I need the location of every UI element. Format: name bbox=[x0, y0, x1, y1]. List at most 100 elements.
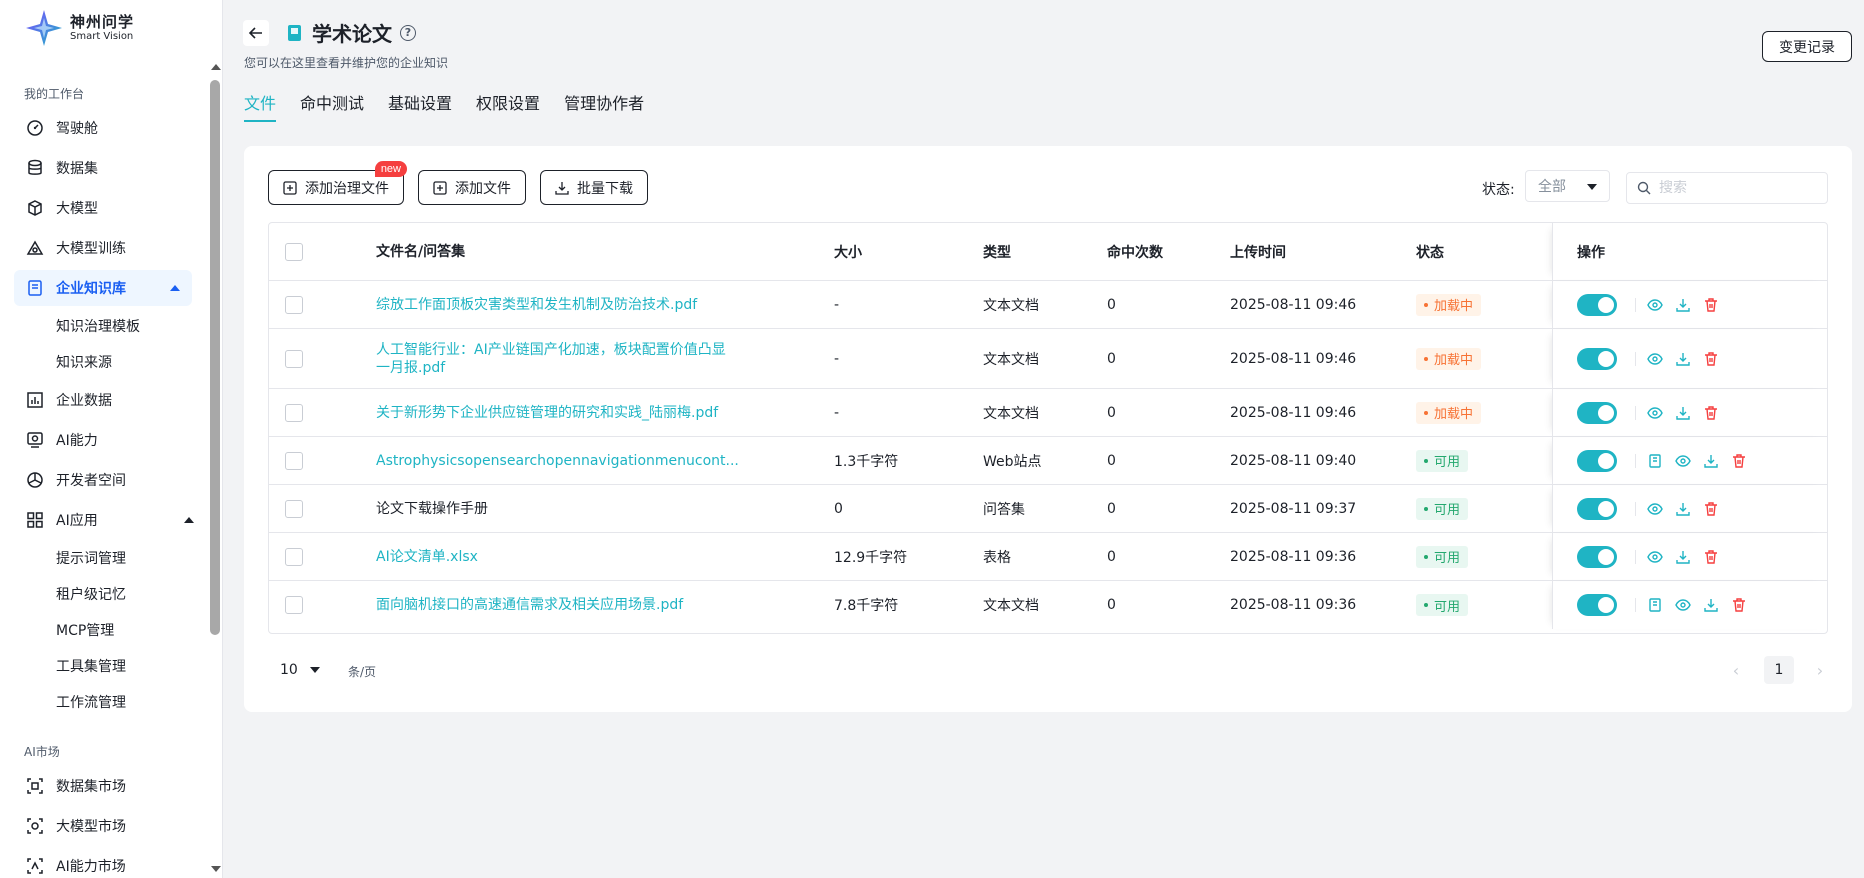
scroll-thumb[interactable] bbox=[210, 80, 220, 635]
search-input[interactable] bbox=[1659, 180, 1819, 196]
files-card: 添加治理文件 new 添加文件 批量下载 状态: 全部 文件名/问答集 大小 类… bbox=[244, 146, 1852, 712]
sidebar-subitem-toolset-management[interactable]: 工具集管理 bbox=[0, 648, 206, 684]
sidebar-item-developer-space[interactable]: 开发者空间 bbox=[0, 460, 206, 500]
download-icon[interactable] bbox=[1674, 500, 1692, 518]
sidebar-item-model-market[interactable]: 大模型市场 bbox=[0, 806, 206, 846]
view-source-icon[interactable] bbox=[1646, 596, 1664, 614]
tab-basic-settings[interactable]: 基础设置 bbox=[388, 92, 452, 122]
sidebar-subitem-workflow-management[interactable]: 工作流管理 bbox=[0, 684, 206, 720]
eye-icon[interactable] bbox=[1674, 452, 1692, 470]
trash-icon[interactable] bbox=[1702, 500, 1720, 518]
sidebar-item-knowledge-base[interactable]: 企业知识库 bbox=[14, 270, 192, 306]
enable-toggle[interactable] bbox=[1577, 347, 1617, 370]
row-checkbox[interactable] bbox=[285, 547, 303, 566]
add-file-button[interactable]: 添加文件 bbox=[418, 170, 526, 205]
download-icon[interactable] bbox=[1674, 296, 1692, 314]
row-checkbox[interactable] bbox=[285, 596, 303, 614]
view-source-icon[interactable] bbox=[1646, 452, 1664, 470]
sidebar-item-model[interactable]: 大模型 bbox=[0, 188, 206, 228]
page-number-current[interactable]: 1 bbox=[1764, 656, 1794, 684]
tab-permissions[interactable]: 权限设置 bbox=[476, 92, 540, 122]
search-box[interactable] bbox=[1626, 172, 1828, 204]
help-icon[interactable]: ? bbox=[400, 24, 416, 41]
file-name-link[interactable]: 人工智能行业：AI产业链国产化加速，板块配置价值凸显一月报.pdf bbox=[376, 341, 736, 377]
back-button[interactable] bbox=[243, 20, 269, 46]
download-icon[interactable] bbox=[1702, 452, 1720, 470]
sidebar-item-model-training[interactable]: 大模型训练 bbox=[0, 228, 206, 268]
file-size: 12.9千字符 bbox=[834, 549, 908, 566]
sidebar-item-ai-capability[interactable]: AI能力 bbox=[0, 420, 206, 460]
apps-grid-icon bbox=[26, 511, 44, 529]
change-log-button[interactable]: 变更记录 bbox=[1762, 31, 1852, 62]
sidebar-scrollbar[interactable] bbox=[209, 60, 221, 878]
tab-collaborators[interactable]: 管理协作者 bbox=[564, 92, 644, 122]
enable-toggle[interactable] bbox=[1577, 293, 1617, 316]
eye-icon[interactable] bbox=[1646, 296, 1664, 314]
enable-toggle[interactable] bbox=[1577, 594, 1617, 616]
trash-icon[interactable] bbox=[1702, 296, 1720, 314]
file-name-link[interactable]: AI论文清单.xlsx bbox=[376, 548, 736, 566]
batch-download-button[interactable]: 批量下载 bbox=[540, 170, 648, 205]
enable-toggle[interactable] bbox=[1577, 449, 1617, 472]
eye-icon[interactable] bbox=[1674, 596, 1692, 614]
file-name-link[interactable]: 关于新形势下企业供应链管理的研究和实践_陆丽梅.pdf bbox=[376, 404, 736, 422]
tab-files[interactable]: 文件 bbox=[244, 92, 277, 122]
sidebar-item-dataset-market[interactable]: 数据集市场 bbox=[0, 766, 206, 806]
download-icon[interactable] bbox=[1674, 548, 1692, 566]
sidebar-item-ai-market[interactable]: AI能力市场 bbox=[0, 846, 206, 878]
scroll-up-icon[interactable] bbox=[211, 64, 221, 70]
file-name-link[interactable]: 面向脑机接口的高速通信需求及相关应用场景.pdf bbox=[376, 596, 736, 614]
chevron-right-icon[interactable]: › bbox=[1810, 660, 1830, 680]
row-checkbox[interactable] bbox=[285, 295, 303, 314]
file-name-link[interactable]: 论文下载操作手册 bbox=[376, 500, 736, 518]
chevron-left-icon[interactable]: ‹ bbox=[1726, 660, 1746, 680]
eye-icon[interactable] bbox=[1646, 404, 1664, 422]
dataset-market-icon bbox=[26, 777, 44, 795]
add-governed-file-button[interactable]: 添加治理文件 new bbox=[268, 161, 407, 205]
sidebar-subitem-tenant-memory[interactable]: 租户级记忆 bbox=[0, 576, 206, 612]
trash-icon[interactable] bbox=[1730, 452, 1748, 470]
ops-divider bbox=[1635, 598, 1636, 612]
row-checkbox[interactable] bbox=[285, 349, 303, 368]
trash-icon[interactable] bbox=[1702, 350, 1720, 368]
row-checkbox[interactable] bbox=[285, 403, 303, 422]
trash-icon[interactable] bbox=[1702, 404, 1720, 422]
trash-icon[interactable] bbox=[1730, 596, 1748, 614]
chevron-up-icon[interactable] bbox=[170, 285, 180, 291]
ops-divider bbox=[1635, 501, 1636, 516]
scroll-down-icon[interactable] bbox=[211, 866, 221, 872]
sidebar-item-dataset[interactable]: 数据集 bbox=[0, 148, 206, 188]
trash-icon[interactable] bbox=[1702, 548, 1720, 566]
eye-icon[interactable] bbox=[1646, 350, 1664, 368]
chevron-up-icon[interactable] bbox=[184, 517, 194, 523]
sidebar-item-dashboard[interactable]: 驾驶舱 bbox=[0, 108, 206, 148]
sidebar-item-ai-apps[interactable]: AI应用 bbox=[0, 500, 206, 540]
enable-toggle[interactable] bbox=[1577, 401, 1617, 424]
developer-icon bbox=[26, 471, 44, 489]
select-all-checkbox[interactable] bbox=[285, 242, 303, 261]
tab-hit-test[interactable]: 命中测试 bbox=[300, 92, 364, 122]
eye-icon[interactable] bbox=[1646, 500, 1664, 518]
caret-down-icon bbox=[1587, 184, 1597, 190]
sidebar-subitem-governance-template[interactable]: 知识治理模板 bbox=[0, 308, 206, 344]
enable-toggle[interactable] bbox=[1577, 545, 1617, 568]
download-icon[interactable] bbox=[1674, 404, 1692, 422]
sidebar-item-enterprise-data[interactable]: 企业数据 bbox=[0, 380, 206, 420]
page-size-select[interactable]: 10 bbox=[268, 654, 328, 686]
brand-logo[interactable]: 神州问学 Smart Vision bbox=[24, 8, 134, 48]
status-select[interactable]: 全部 bbox=[1525, 170, 1610, 202]
sidebar-subitem-prompt-management[interactable]: 提示词管理 bbox=[0, 540, 206, 576]
sidebar-subitem-knowledge-source[interactable]: 知识来源 bbox=[0, 344, 206, 380]
file-name-link[interactable]: 综放工作面顶板灾害类型和发生机制及防治技术.pdf bbox=[376, 296, 736, 314]
hit-count: 0 bbox=[1107, 548, 1116, 565]
sidebar-item-label: 数据集 bbox=[56, 161, 98, 177]
row-checkbox[interactable] bbox=[285, 451, 303, 470]
enable-toggle[interactable] bbox=[1577, 497, 1617, 520]
download-icon[interactable] bbox=[1702, 596, 1720, 614]
sidebar-subitem-mcp-management[interactable]: MCP管理 bbox=[0, 612, 206, 648]
page-size-value: 10 bbox=[280, 662, 298, 678]
row-checkbox[interactable] bbox=[285, 499, 303, 518]
eye-icon[interactable] bbox=[1646, 548, 1664, 566]
file-name-link[interactable]: Astrophysicsopensearchopennavigationmenu… bbox=[376, 452, 739, 470]
download-icon[interactable] bbox=[1674, 350, 1692, 368]
